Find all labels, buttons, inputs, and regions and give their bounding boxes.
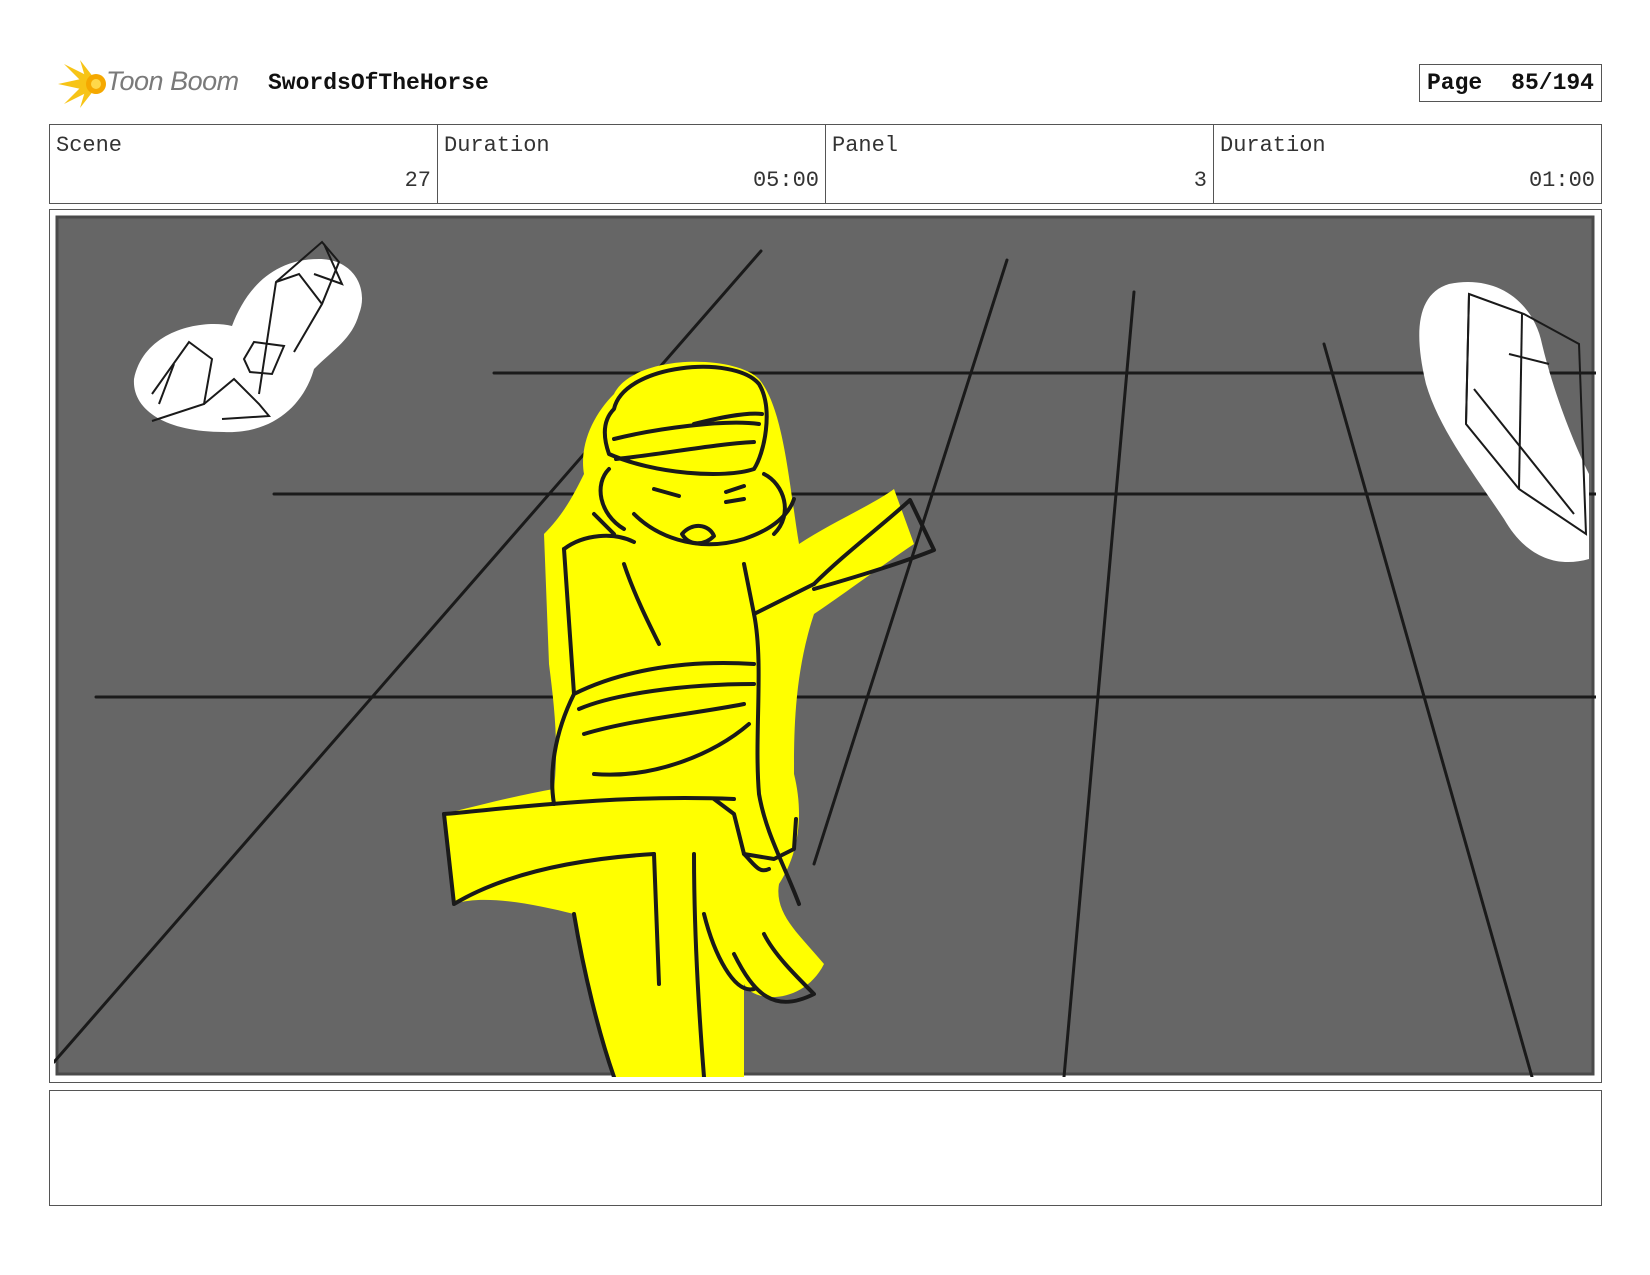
project-title: SwordsOfTheHorse bbox=[268, 70, 489, 96]
toon-boom-logo: Toon Boom bbox=[54, 58, 254, 110]
scene-duration-value: 05:00 bbox=[752, 168, 819, 193]
panel-duration-label: Duration bbox=[1220, 133, 1326, 158]
panel-label: Panel bbox=[832, 133, 899, 158]
panel-duration-cell: Duration 01:00 bbox=[1214, 125, 1601, 203]
page-indicator: Page 85/194 bbox=[1419, 64, 1602, 102]
starburst-icon bbox=[58, 60, 106, 108]
panel-duration-value: 01:00 bbox=[1528, 168, 1595, 193]
page-label: Page bbox=[1427, 70, 1483, 96]
page-number: 85/194 bbox=[1511, 70, 1594, 96]
scene-label: Scene bbox=[56, 133, 123, 158]
panel-notes-box bbox=[49, 1090, 1602, 1206]
scene-duration-label: Duration bbox=[444, 133, 550, 158]
storyboard-drawing bbox=[54, 215, 1596, 1077]
scene-cell: Scene 27 bbox=[50, 125, 438, 203]
scene-duration-cell: Duration 05:00 bbox=[438, 125, 826, 203]
panel-value: 3 bbox=[1193, 168, 1207, 193]
page-header: Toon Boom SwordsOfTheHorse Page 85/194 bbox=[52, 58, 1602, 110]
scene-info-table: Scene 27 Duration 05:00 Panel 3 Duration… bbox=[49, 124, 1602, 204]
panel-cell: Panel 3 bbox=[826, 125, 1214, 203]
storyboard-panel-frame bbox=[49, 209, 1602, 1083]
logo-text: Toon Boom bbox=[106, 66, 239, 96]
scene-value: 27 bbox=[404, 168, 431, 193]
